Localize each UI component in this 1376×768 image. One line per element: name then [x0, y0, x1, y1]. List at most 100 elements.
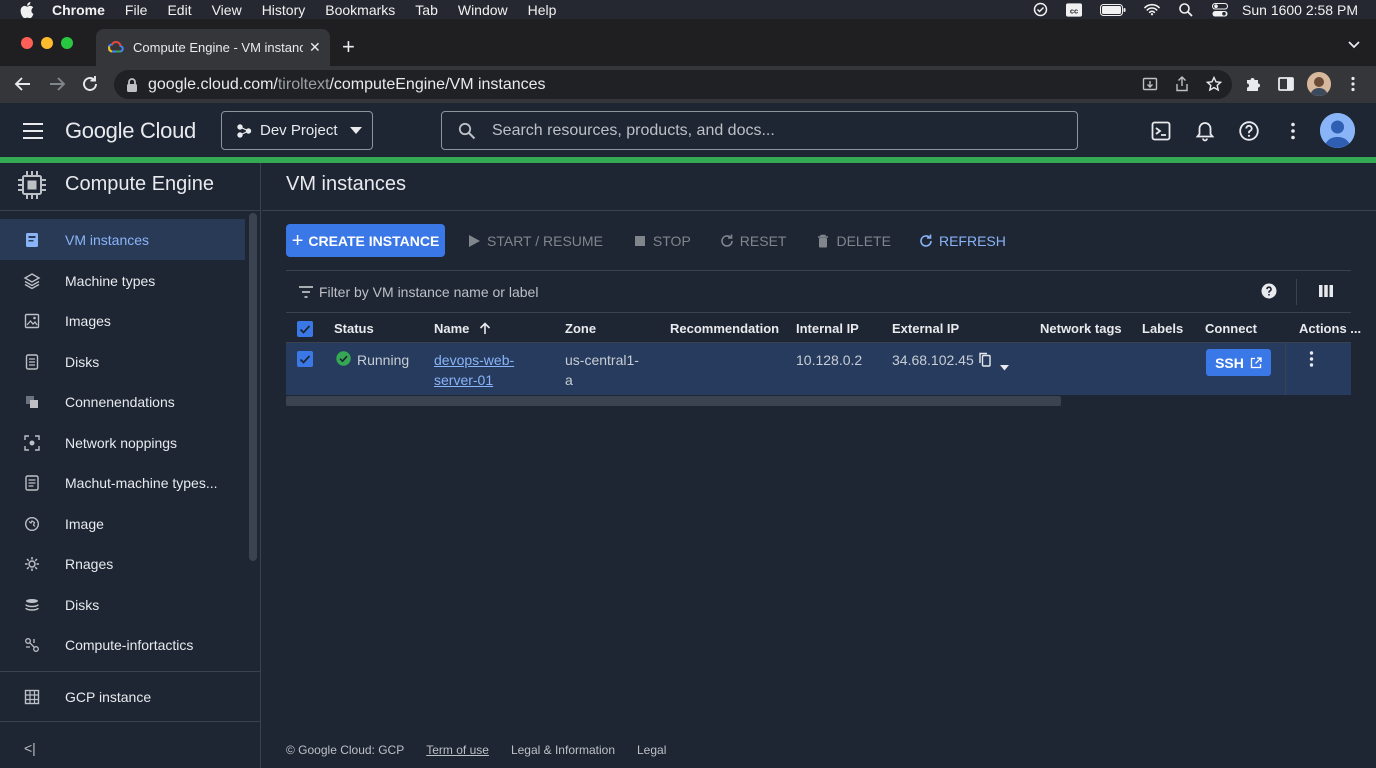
sidebar-item-disks[interactable]: Disks [0, 341, 245, 382]
sidebar-item-disks-2[interactable]: Disks [0, 584, 245, 625]
row-actions-more-icon[interactable] [1309, 351, 1314, 372]
sidebar-item-machine-types[interactable]: Machine types [0, 260, 245, 301]
actions-divider [1285, 343, 1286, 395]
more-options-icon[interactable] [1282, 120, 1304, 142]
vpn-icon[interactable] [1032, 2, 1048, 17]
ssh-button[interactable]: SSH [1206, 349, 1271, 376]
column-header-recommendation[interactable]: Recommendation [670, 321, 779, 336]
tab-title: Compute Engine - VM instances [133, 40, 303, 55]
cloud-shell-icon[interactable] [1150, 120, 1172, 142]
column-header-internal-ip[interactable]: Internal IP [796, 321, 859, 336]
address-bar[interactable]: google.cloud.com/tiroltext/computeEngine… [114, 70, 1232, 99]
sidebar-item-image[interactable]: Image [0, 503, 245, 544]
cc-icon[interactable]: cc [1066, 2, 1083, 17]
reload-icon[interactable] [81, 75, 99, 93]
spotlight-search-icon[interactable] [1178, 2, 1194, 17]
bookmark-star-icon[interactable] [1206, 76, 1222, 92]
delete-button[interactable]: DELETE [816, 233, 891, 249]
status-text: Running [357, 352, 410, 368]
column-display-icon[interactable] [1318, 284, 1334, 298]
zoom-window-button[interactable] [61, 37, 73, 49]
menu-view[interactable]: View [212, 2, 242, 18]
side-panel-icon[interactable] [1277, 75, 1295, 93]
apple-icon[interactable] [20, 1, 34, 18]
minimize-window-button[interactable] [41, 37, 53, 49]
stop-button[interactable]: STOP [633, 233, 691, 249]
browser-tab[interactable]: Compute Engine - VM instances ✕ [96, 29, 330, 66]
footer-terms-link[interactable]: Term of use [426, 743, 489, 757]
sidebar-item-ranges[interactable]: Rnages [0, 543, 245, 584]
refresh-icon [920, 234, 932, 247]
menu-window[interactable]: Window [458, 2, 508, 18]
filter-input[interactable]: Filter by VM instance name or label [319, 284, 538, 300]
sidebar-item-label: Rnages [65, 555, 114, 572]
footer-legal-link[interactable]: Legal [637, 743, 666, 757]
sidebar-item-recommendations[interactable]: Connenendations [0, 381, 245, 422]
battery-icon[interactable] [1100, 3, 1126, 17]
tab-search-chevron-icon[interactable] [1348, 41, 1360, 49]
column-header-connect[interactable]: Connect [1205, 321, 1257, 336]
column-header-labels[interactable]: Labels [1142, 321, 1183, 336]
search-box[interactable] [441, 111, 1078, 150]
menu-tab[interactable]: Tab [415, 2, 438, 18]
chrome-profile-avatar[interactable] [1307, 72, 1331, 96]
sidebar-item-compute-infortactics[interactable]: Compute-infortactics [0, 624, 245, 665]
share-icon[interactable] [1174, 76, 1190, 92]
create-instance-button[interactable]: + CREATE INSTANCE [286, 224, 445, 257]
new-tab-button[interactable]: + [342, 36, 355, 58]
close-window-button[interactable] [21, 37, 33, 49]
instance-name-link[interactable]: devops-web-server-01 [434, 350, 514, 390]
list-icon [23, 474, 41, 492]
sidebar-item-network[interactable]: Network noppings [0, 422, 245, 463]
menu-history[interactable]: History [262, 2, 306, 18]
control-center-icon[interactable] [1212, 2, 1229, 17]
column-header-actions[interactable]: Actions ... [1299, 321, 1361, 336]
install-app-icon[interactable] [1142, 76, 1158, 92]
filter-bar[interactable]: Filter by VM instance name or label [286, 270, 1351, 313]
zone-line1: us-central1- [565, 352, 639, 368]
collapse-sidebar-button[interactable]: <| [24, 740, 36, 756]
menu-edit[interactable]: Edit [167, 2, 191, 18]
refresh-button[interactable]: REFRESH [919, 233, 1006, 249]
chrome-menu-icon[interactable] [1344, 75, 1362, 93]
sidebar-item-images[interactable]: Images [0, 300, 245, 341]
forward-arrow-icon[interactable] [48, 75, 66, 93]
column-header-zone[interactable]: Zone [565, 321, 596, 336]
extensions-puzzle-icon[interactable] [1244, 75, 1262, 93]
table-help-icon[interactable] [1261, 283, 1277, 299]
column-header-external-ip[interactable]: External IP [892, 321, 959, 336]
menu-file[interactable]: File [125, 2, 148, 18]
menu-help[interactable]: Help [528, 2, 557, 18]
table-horizontal-scrollbar[interactable] [286, 396, 1061, 406]
column-header-name[interactable]: Name [434, 321, 491, 336]
row-checkbox[interactable] [297, 351, 313, 367]
back-arrow-icon[interactable] [14, 75, 32, 93]
menubar-clock[interactable]: Sun 1600 2:58 PM [1242, 2, 1358, 18]
column-header-network-tags[interactable]: Network tags [1040, 321, 1122, 336]
reset-button[interactable]: RESET [720, 233, 786, 249]
table-row[interactable]: Running devops-web-server-01 us-central1… [286, 343, 1351, 395]
menu-app-name[interactable]: Chrome [52, 2, 105, 18]
search-input[interactable] [492, 121, 1052, 140]
caret-down-icon [349, 126, 362, 134]
copy-icon[interactable] [979, 352, 991, 372]
menu-bookmarks[interactable]: Bookmarks [325, 2, 395, 18]
select-all-checkbox[interactable] [297, 321, 313, 337]
wifi-icon[interactable] [1144, 3, 1160, 17]
sidebar-scrollbar[interactable] [249, 213, 257, 561]
sidebar-item-vm-instances[interactable]: VM instances [0, 219, 245, 260]
lock-icon[interactable] [126, 77, 138, 92]
hamburger-menu-icon[interactable] [22, 122, 44, 140]
sidebar-item-gcp-instance[interactable]: GCP instance [0, 676, 245, 717]
column-header-status[interactable]: Status [334, 321, 374, 336]
help-icon[interactable] [1238, 120, 1260, 142]
account-avatar[interactable] [1320, 113, 1355, 148]
google-cloud-logo[interactable]: Google Cloud [65, 118, 196, 144]
external-ip-dropdown-icon[interactable] [1000, 356, 1009, 376]
notifications-bell-icon[interactable] [1194, 120, 1216, 142]
sidebar-item-machine-types-2[interactable]: Machut-machine types... [0, 462, 245, 503]
tab-close-icon[interactable]: ✕ [309, 39, 321, 56]
start-resume-button[interactable]: START / RESUME [467, 233, 603, 249]
project-picker-button[interactable]: Dev Project [221, 111, 373, 150]
footer-legal-info-link[interactable]: Legal & Information [511, 743, 615, 757]
